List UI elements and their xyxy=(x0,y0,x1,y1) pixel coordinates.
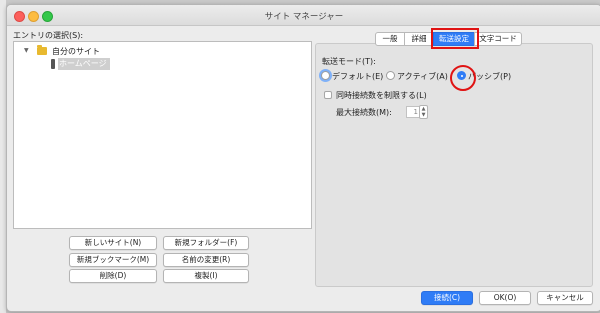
radio-default[interactable] xyxy=(321,71,330,80)
radio-active-label: アクティブ(A) xyxy=(397,72,448,81)
site-tree[interactable]: ▼ 自分のサイト ホームページ xyxy=(13,41,312,229)
tree-root-label[interactable]: 自分のサイト xyxy=(52,46,100,57)
limit-connections-label: 同時接続数を制限する(L) xyxy=(336,91,427,100)
radio-default-label: デフォルト(E) xyxy=(332,72,384,81)
site-manager-window: サイト マネージャー エントリの選択(S): ▼ 自分のサイト ホームページ 新… xyxy=(6,4,600,312)
new-site-button[interactable]: 新しいサイト(N) xyxy=(69,236,157,250)
delete-button[interactable]: 削除(D) xyxy=(69,269,157,283)
tree-item-homepage[interactable]: ホームページ xyxy=(59,58,107,69)
annotation-passive-circle xyxy=(450,65,476,91)
tab-general[interactable]: 一般 xyxy=(375,32,405,46)
entry-select-label: エントリの選択(S): xyxy=(13,31,84,40)
radio-active[interactable] xyxy=(386,71,395,80)
folder-icon xyxy=(37,45,47,55)
max-connections-label: 最大接続数(M): xyxy=(336,108,392,117)
titlebar: サイト マネージャー xyxy=(7,5,600,26)
duplicate-button[interactable]: 複製(I) xyxy=(163,269,249,283)
connect-button[interactable]: 接続(C) xyxy=(421,291,473,305)
rename-button[interactable]: 名前の変更(R) xyxy=(163,253,249,267)
limit-connections-checkbox[interactable] xyxy=(324,91,332,99)
new-folder-button[interactable]: 新規フォルダー(F) xyxy=(163,236,249,250)
new-bookmark-button[interactable]: 新規ブックマーク(M) xyxy=(69,253,157,267)
ok-button[interactable]: OK(O) xyxy=(479,291,531,305)
chevron-down-icon[interactable]: ▼ xyxy=(24,47,29,54)
cancel-button[interactable]: キャンセル xyxy=(537,291,593,305)
window-title: サイト マネージャー xyxy=(264,12,344,22)
server-icon xyxy=(51,59,55,69)
transfer-mode-label: 転送モード(T): xyxy=(322,57,376,66)
tab-advanced[interactable]: 詳細 xyxy=(404,32,434,46)
annotation-tab-highlight xyxy=(431,28,479,49)
tab-charset[interactable]: 文字コード xyxy=(474,32,522,46)
max-connections-stepper[interactable]: ▲ ▼ xyxy=(419,105,428,119)
